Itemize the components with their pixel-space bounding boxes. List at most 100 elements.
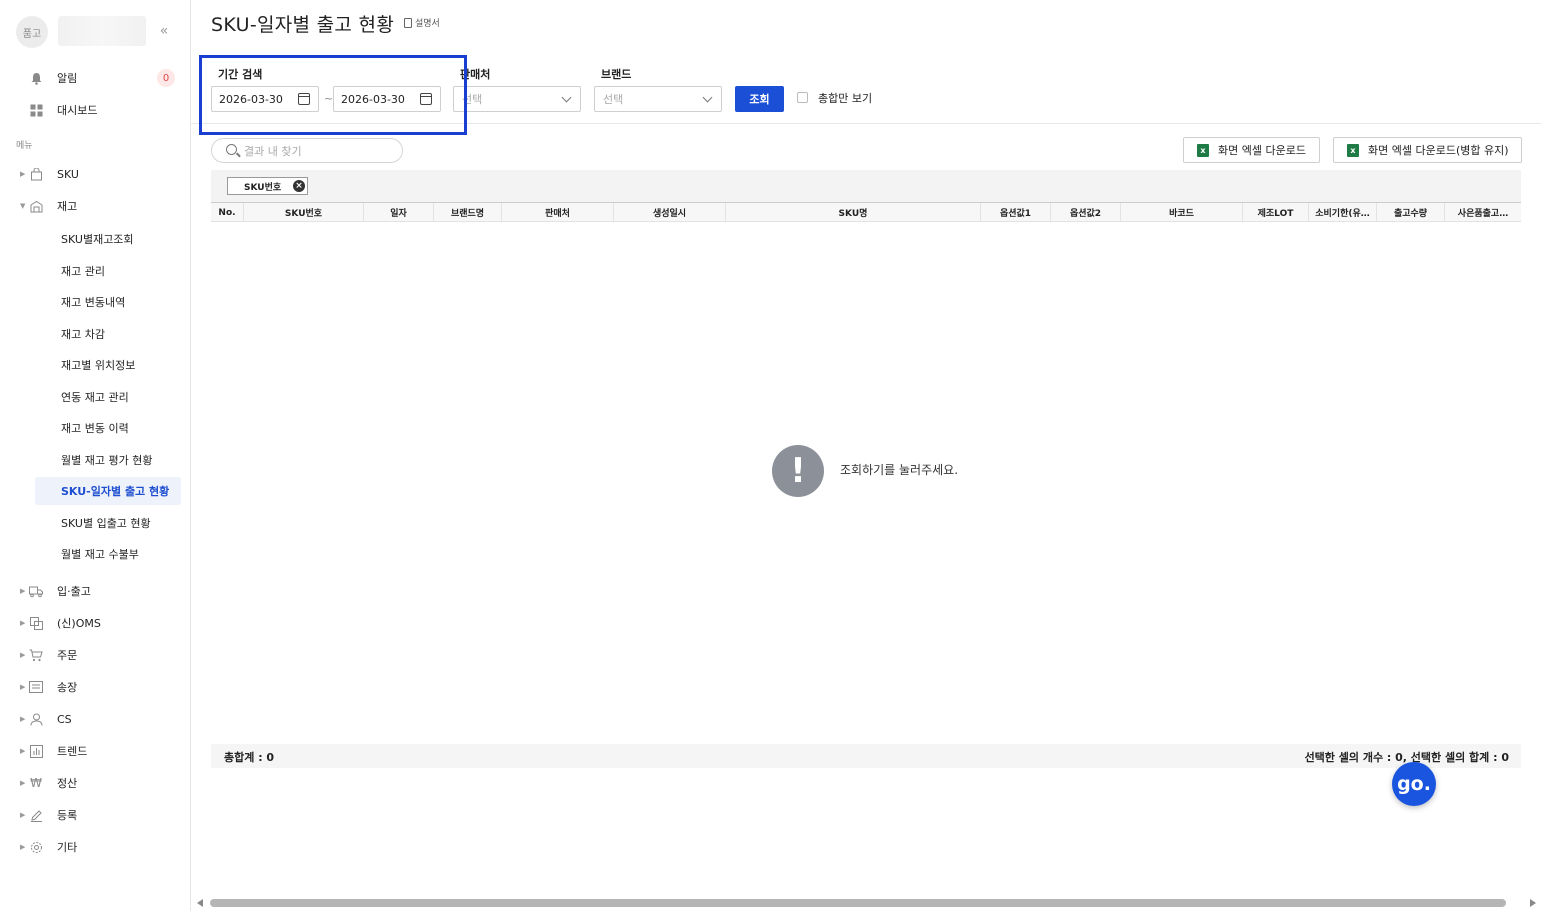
total-only-label[interactable]: 총합만 보기 [818, 90, 872, 106]
sidebar-sub-item[interactable]: 연동 재고 관리 [35, 383, 181, 411]
sidebar-item-inout[interactable]: ▶ 입·출고 [0, 580, 190, 602]
seller-placeholder: 선택 [462, 93, 483, 106]
app-window: 품고 « 알림 0 대시보드 메뉴 ▶ SKU ▼ 재고 SKU별재고조회 재고… [0, 0, 1541, 911]
sidebar-item-invoice[interactable]: ▶ 송장 [0, 676, 190, 698]
expand-arrow-icon: ▶ [20, 619, 26, 627]
column-header[interactable]: 출고수량 [1377, 203, 1445, 222]
group-chip[interactable]: SKU번호 × [227, 177, 308, 195]
sidebar-item-orders[interactable]: ▶ 주문 [0, 644, 190, 666]
sidebar-sub-item-active[interactable]: SKU-일자별 출고 현황 [35, 477, 181, 505]
gear-icon [29, 840, 43, 854]
calendar-icon[interactable] [420, 93, 432, 105]
exclamation-icon: ! [772, 445, 824, 497]
bell-icon [29, 71, 43, 85]
column-header[interactable]: 사은품출고… [1445, 203, 1521, 222]
excel-download-button[interactable]: x 화면 엑셀 다운로드 [1183, 137, 1320, 163]
document-icon [404, 17, 412, 28]
sidebar-sub-item[interactable]: 월별 재고 평가 현황 [35, 446, 181, 474]
dashboard-icon [29, 103, 43, 117]
column-header[interactable]: 옵션값1 [981, 203, 1051, 222]
sidebar-item-label: 기타 [57, 841, 78, 854]
sidebar-sub-item[interactable]: 재고 변동내역 [35, 288, 181, 316]
expand-arrow-icon: ▶ [20, 587, 26, 595]
expand-arrow-icon: ▶ [20, 843, 26, 851]
avatar[interactable]: 품고 [16, 16, 48, 48]
scroll-right-arrow-icon[interactable] [1530, 899, 1536, 907]
sidebar-item-label: 주문 [57, 649, 78, 662]
sidebar-sub-item[interactable]: 재고 변동 이력 [35, 414, 181, 442]
sidebar-sub-item[interactable]: 재고별 위치정보 [35, 351, 181, 379]
excel-download-merged-label: 화면 엑셀 다운로드(병합 유지) [1368, 144, 1509, 157]
sidebar-item-cs[interactable]: ▶ CS [0, 708, 190, 730]
sidebar-item-label: CS [57, 712, 72, 726]
column-header[interactable]: 소비기한(유… [1309, 203, 1377, 222]
pencil-icon [29, 808, 43, 822]
search-icon [226, 144, 237, 155]
column-header[interactable]: 옵션값2 [1051, 203, 1121, 222]
sidebar-item-etc[interactable]: ▶ 기타 [0, 836, 190, 858]
sidebar-item-label: 대시보드 [57, 104, 98, 117]
horizontal-scrollbar[interactable] [194, 897, 1539, 909]
seller-select[interactable]: 선택 [453, 86, 581, 112]
brand-select[interactable]: 선택 [594, 86, 722, 112]
sidebar-sub-item[interactable]: SKU별 입출고 현황 [35, 509, 181, 537]
sidebar-sub-item[interactable]: 월별 재고 수불부 [35, 540, 181, 568]
search-button[interactable]: 조회 [735, 86, 784, 112]
sidebar: 품고 « 알림 0 대시보드 메뉴 ▶ SKU ▼ 재고 SKU별재고조회 재고… [0, 0, 191, 911]
column-header[interactable]: SKU번호 [244, 203, 364, 222]
column-header[interactable]: 판매처 [502, 203, 614, 222]
sidebar-item-inventory[interactable]: ▼ 재고 [0, 195, 190, 217]
manual-label: 설명서 [415, 19, 440, 29]
alert-count-badge: 0 [157, 69, 175, 87]
column-header[interactable]: 바코드 [1121, 203, 1243, 222]
chat-fab-button[interactable]: go. [1392, 762, 1436, 806]
sidebar-item-label: 트렌드 [57, 745, 88, 758]
date-from-field[interactable]: 2026-03-30 [211, 86, 319, 112]
remove-chip-icon[interactable]: × [293, 180, 305, 192]
sidebar-item-settlement[interactable]: ▶ ₩ 정산 [0, 772, 190, 794]
find-in-results-input[interactable]: 결과 내 찾기 [211, 138, 403, 163]
sidebar-item-sku[interactable]: ▶ SKU [0, 163, 190, 185]
group-by-row: SKU번호 × [211, 170, 1521, 202]
table-footer: 총합계 : 0 선택한 셀의 개수 : 0, 선택한 셀의 합계 : 0 [211, 744, 1521, 768]
truck-icon [29, 584, 43, 598]
sidebar-item-oms[interactable]: ▶ (신)OMS [0, 612, 190, 634]
manual-link[interactable]: 설명서 [404, 16, 440, 29]
won-icon: ₩ [30, 776, 42, 790]
sidebar-sub-item[interactable]: 재고 차감 [35, 320, 181, 348]
total-only-checkbox[interactable] [797, 92, 808, 103]
excel-download-merged-button[interactable]: x 화면 엑셀 다운로드(병합 유지) [1333, 137, 1522, 163]
calendar-icon[interactable] [298, 93, 310, 105]
sidebar-header: 품고 « [16, 16, 186, 48]
collapse-sidebar-icon[interactable]: « [156, 22, 172, 40]
sidebar-item-dashboard[interactable]: 대시보드 [0, 99, 190, 121]
column-header[interactable]: 브랜드명 [434, 203, 502, 222]
excel-icon: x [1347, 144, 1359, 157]
sidebar-item-label: 정산 [57, 777, 78, 790]
column-header[interactable]: No. [211, 203, 244, 222]
sidebar-item-alerts[interactable]: 알림 0 [0, 67, 190, 89]
sidebar-sub-item[interactable]: SKU별재고조회 [35, 225, 181, 253]
bar-chart-icon [29, 744, 43, 758]
expand-arrow-icon: ▶ [20, 715, 26, 723]
group-chip-label: SKU번호 [244, 182, 282, 193]
column-header[interactable]: 생성일시 [614, 203, 726, 222]
seller-label: 판매처 [460, 68, 491, 81]
sidebar-item-label: 송장 [57, 681, 78, 694]
scroll-left-arrow-icon[interactable] [197, 899, 203, 907]
scrollbar-thumb[interactable] [210, 899, 1506, 907]
column-header[interactable]: 일자 [364, 203, 434, 222]
user-name-blurred [58, 16, 146, 46]
brand-placeholder: 선택 [603, 93, 624, 106]
column-header[interactable]: 제조LOT [1243, 203, 1309, 222]
menu-caption: 메뉴 [16, 141, 33, 151]
person-icon [29, 712, 43, 726]
date-to-field[interactable]: 2026-03-30 [333, 86, 441, 112]
sidebar-item-trend[interactable]: ▶ 트렌드 [0, 740, 190, 762]
expand-arrow-icon: ▶ [20, 747, 26, 755]
sidebar-sub-item[interactable]: 재고 관리 [35, 257, 181, 285]
date-from-value: 2026-03-30 [219, 92, 283, 106]
sidebar-item-register[interactable]: ▶ 등록 [0, 804, 190, 826]
warehouse-icon [29, 199, 43, 213]
column-header[interactable]: SKU명 [726, 203, 981, 222]
